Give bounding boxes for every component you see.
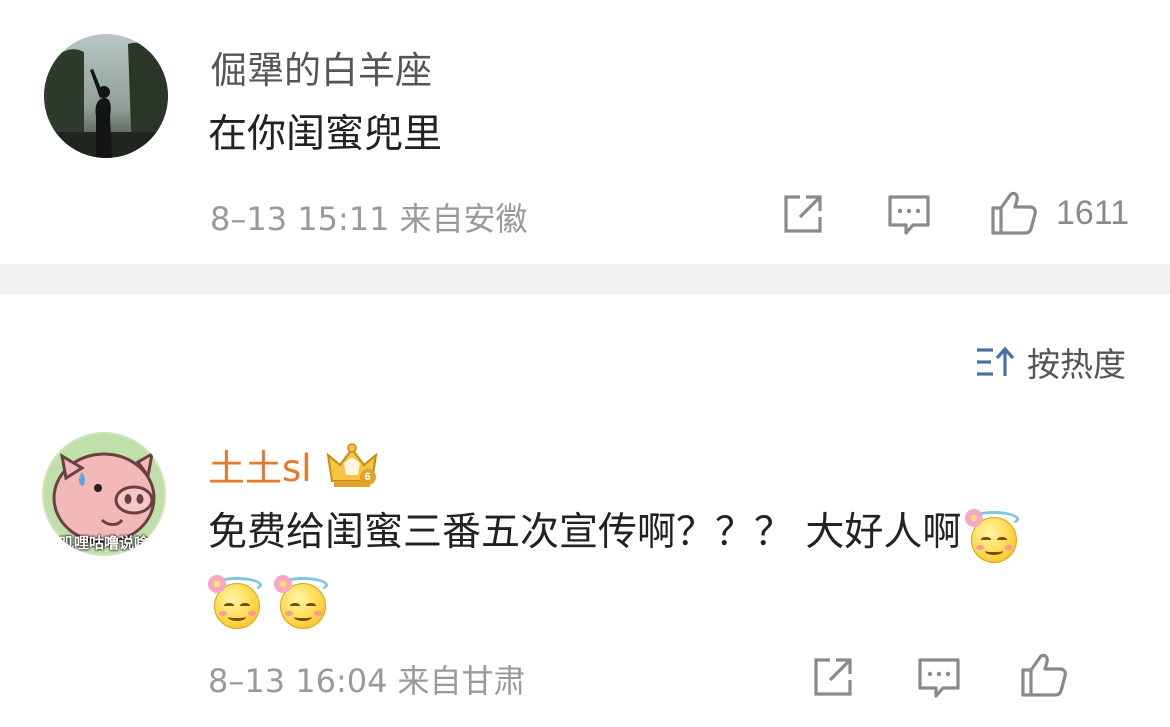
- comment-source: 来自安徽: [399, 200, 528, 238]
- comment-item: 倔犟的白羊座 在你闺蜜兜里 8–13 15:11 来自安徽 1611: [0, 0, 1170, 264]
- comment-icon: [888, 195, 930, 235]
- angel-smile-emoji-icon: [274, 573, 330, 629]
- angel-smile-emoji-icon: [208, 573, 264, 629]
- sort-icon: [977, 346, 1015, 376]
- like-button[interactable]: 1611: [990, 190, 1129, 236]
- reply-button[interactable]: [887, 193, 931, 237]
- thumbs-up-icon: [1021, 653, 1067, 697]
- avatar[interactable]: [44, 34, 168, 158]
- comment-icon: [918, 658, 960, 698]
- comment-username[interactable]: 土土sl: [208, 438, 312, 492]
- section-divider: [0, 264, 1170, 294]
- thumbs-up-icon: [991, 191, 1037, 235]
- share-button[interactable]: [812, 656, 856, 698]
- comment-emoji-line: [208, 566, 330, 632]
- comment-time: 8–13 15:11: [210, 200, 390, 238]
- comment-text: 在你闺蜜兜里: [208, 112, 443, 157]
- comment-item: 叽哩咕噜说啥 土土sl 6 免费给闺蜜三番五次宣传啊？？？ 大好人啊 8–13 …: [0, 400, 1170, 727]
- share-icon: [814, 658, 852, 696]
- comment-source: 来自甘肃: [397, 662, 526, 700]
- share-button[interactable]: [782, 193, 826, 235]
- comment-username[interactable]: 倔犟的白羊座: [210, 40, 432, 94]
- sort-toggle[interactable]: 按热度: [975, 338, 1126, 386]
- comment-meta: 8–13 16:04 来自甘肃: [208, 656, 525, 702]
- reply-button[interactable]: [917, 656, 961, 700]
- vip-badge[interactable]: 6: [324, 441, 380, 489]
- avatar-image: [44, 34, 168, 158]
- sort-label: 按热度: [1027, 345, 1126, 384]
- username-row: 土土sl 6: [208, 438, 380, 492]
- like-count: 1611: [1056, 193, 1130, 232]
- avatar-caption: 叽哩咕噜说啥: [58, 534, 149, 552]
- like-button[interactable]: [1020, 652, 1068, 698]
- avatar[interactable]: 叽哩咕噜说啥: [42, 432, 166, 556]
- comment-time: 8–13 16:04: [208, 662, 388, 700]
- vip-level: 6: [359, 469, 376, 485]
- comment-meta: 8–13 15:11 来自安徽: [210, 194, 527, 240]
- angel-smile-emoji-icon: [965, 507, 1021, 563]
- comment-text-line: 免费给闺蜜三番五次宣传啊？？？ 大好人啊: [208, 510, 962, 555]
- comment-text: 免费给闺蜜三番五次宣传啊？？？ 大好人啊: [208, 500, 1021, 566]
- share-icon: [784, 195, 822, 233]
- comment-feed: 倔犟的白羊座 在你闺蜜兜里 8–13 15:11 来自安徽 1611 按热度 叽…: [0, 0, 1170, 727]
